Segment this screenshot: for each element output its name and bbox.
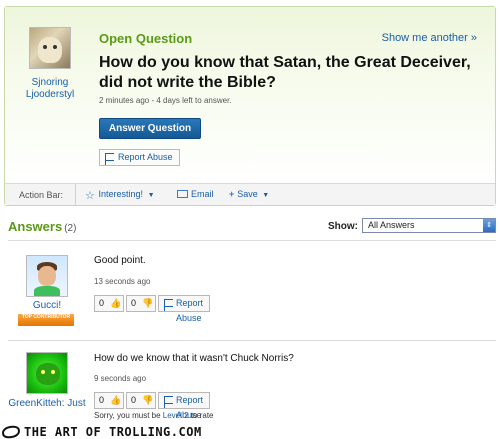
- answer-time: 9 seconds ago: [94, 374, 147, 383]
- troll-logo-icon: [1, 424, 21, 439]
- answer-text: How do we know that it wasn't Chuck Norr…: [94, 353, 294, 364]
- thumbs-up-icon: 👍: [110, 395, 122, 405]
- show-filter-label: Show:: [328, 221, 358, 232]
- report-abuse-button[interactable]: Report Abuse: [99, 149, 180, 166]
- select-arrows-icon: ⇕: [483, 219, 495, 232]
- avatar-face: [38, 266, 56, 286]
- answer-question-button[interactable]: Answer Question: [99, 118, 201, 139]
- interesting-label: Interesting!: [98, 189, 144, 199]
- top-contributor-badge: TOP CONTRIBUTOR: [18, 314, 74, 326]
- answer-text: Good point.: [94, 255, 146, 266]
- asker-name-link[interactable]: Sjnoring Ljooderstyl: [15, 77, 85, 101]
- divider: [8, 340, 496, 341]
- email-label: Email: [191, 189, 214, 199]
- interesting-button[interactable]: ☆ Interesting! ▼: [85, 189, 155, 202]
- question-panel: Sjnoring Ljooderstyl Open Question Show …: [4, 6, 496, 206]
- question-title: How do you know that Satan, the Great De…: [99, 54, 471, 91]
- answers-title: Answers: [8, 219, 63, 234]
- thumbs-up-count: 0: [99, 298, 105, 308]
- show-filter-select[interactable]: All Answers ⇕: [362, 218, 496, 233]
- show-filter-value: All Answers: [368, 220, 415, 230]
- rating-notice: Sorry, you must be Level 2 to rate: [94, 411, 214, 420]
- thumbs-down-icon: 👎: [142, 395, 154, 405]
- asker-avatar[interactable]: [29, 27, 71, 69]
- action-bar-label: Action Bar:: [19, 190, 64, 200]
- divider: [8, 240, 496, 241]
- envelope-icon: [177, 190, 188, 198]
- star-icon: ☆: [85, 190, 95, 202]
- report-abuse-label: Report Abuse: [176, 298, 204, 323]
- thumbs-up-count: 0: [99, 395, 105, 405]
- email-button[interactable]: Email: [177, 189, 214, 199]
- answerer-avatar[interactable]: [26, 352, 68, 394]
- answers-heading: Answers (2): [8, 219, 76, 234]
- thumbs-down-count: 0: [131, 298, 137, 308]
- thumbs-up-icon: 👍: [110, 298, 122, 308]
- level-link[interactable]: Level 2: [163, 411, 189, 420]
- answerer-avatar[interactable]: [26, 255, 68, 297]
- thumbs-down-button[interactable]: 0 👎: [126, 392, 156, 409]
- dog-avatar-icon: [38, 37, 62, 63]
- rating-notice-prefix: Sorry, you must be: [94, 411, 161, 420]
- thumbs-down-button[interactable]: 0 👎: [126, 295, 156, 312]
- flag-icon: [105, 153, 114, 165]
- answer-item: GreenKitteh: Just How do we know that it…: [8, 345, 496, 425]
- flag-icon: [164, 299, 173, 311]
- open-question-label: Open Question: [99, 31, 193, 46]
- watermark-text: THE ART OF TROLLING.COM: [24, 425, 202, 439]
- thumbs-down-count: 0: [131, 395, 137, 405]
- thumbs-up-button[interactable]: 0 👍: [94, 295, 124, 312]
- rating-notice-suffix: to rate: [190, 411, 214, 420]
- action-bar-divider: [75, 184, 76, 205]
- save-button[interactable]: + Save ▼: [229, 189, 269, 199]
- cat-avatar-icon: [36, 363, 60, 385]
- flag-icon: [164, 396, 173, 408]
- thumbs-up-button[interactable]: 0 👍: [94, 392, 124, 409]
- watermark: THE ART OF TROLLING.COM: [0, 424, 500, 439]
- thumbs-down-icon: 👎: [142, 298, 154, 308]
- chevron-down-icon: ▼: [262, 192, 270, 199]
- question-meta: 2 minutes ago - 4 days left to answer.: [99, 96, 232, 105]
- action-bar: Action Bar: ☆ Interesting! ▼ Email + Save…: [5, 183, 495, 205]
- chevron-down-icon: ▼: [147, 192, 155, 199]
- question-header: Sjnoring Ljooderstyl Open Question Show …: [5, 7, 495, 183]
- show-another-link[interactable]: Show me another »: [382, 32, 477, 44]
- answerer-name-link[interactable]: Gucci!: [8, 300, 86, 312]
- report-abuse-label: Report Abuse: [118, 152, 173, 162]
- answer-time: 13 seconds ago: [94, 277, 151, 286]
- plus-icon: +: [229, 189, 235, 199]
- report-abuse-button[interactable]: Report Abuse: [158, 295, 211, 323]
- report-abuse-button[interactable]: Report Abuse: [158, 392, 211, 420]
- answerer-name-link[interactable]: GreenKitteh: Just: [8, 398, 86, 410]
- answer-item: Gucci! TOP CONTRIBUTOR Good point. 13 se…: [8, 248, 496, 338]
- avatar-shirt: [34, 286, 60, 296]
- answers-count: (2): [64, 223, 77, 234]
- save-label: Save: [237, 189, 258, 199]
